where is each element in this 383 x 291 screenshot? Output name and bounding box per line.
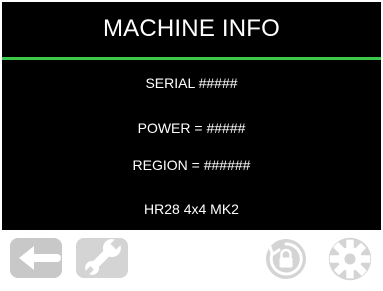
page-title: MACHINE INFO (102, 15, 281, 42)
tools-button[interactable] (74, 235, 130, 283)
info-display-panel: MACHINE INFO SERIAL ##### POWER = ##### … (2, 2, 381, 230)
title-divider (2, 57, 381, 60)
power-text: POWER = ##### (137, 120, 246, 136)
settings-button[interactable] (326, 235, 374, 283)
wrench-icon (76, 238, 128, 278)
lock-rotate-icon (266, 239, 306, 279)
model-text: HR28 4x4 MK2 (144, 201, 239, 217)
unlock-button[interactable] (262, 235, 310, 283)
back-arrow-icon (10, 238, 62, 278)
serial-text: SERIAL ##### (145, 75, 238, 91)
gear-icon (328, 237, 372, 281)
back-button[interactable] (7, 235, 67, 283)
region-text: REGION = ###### (132, 157, 251, 173)
